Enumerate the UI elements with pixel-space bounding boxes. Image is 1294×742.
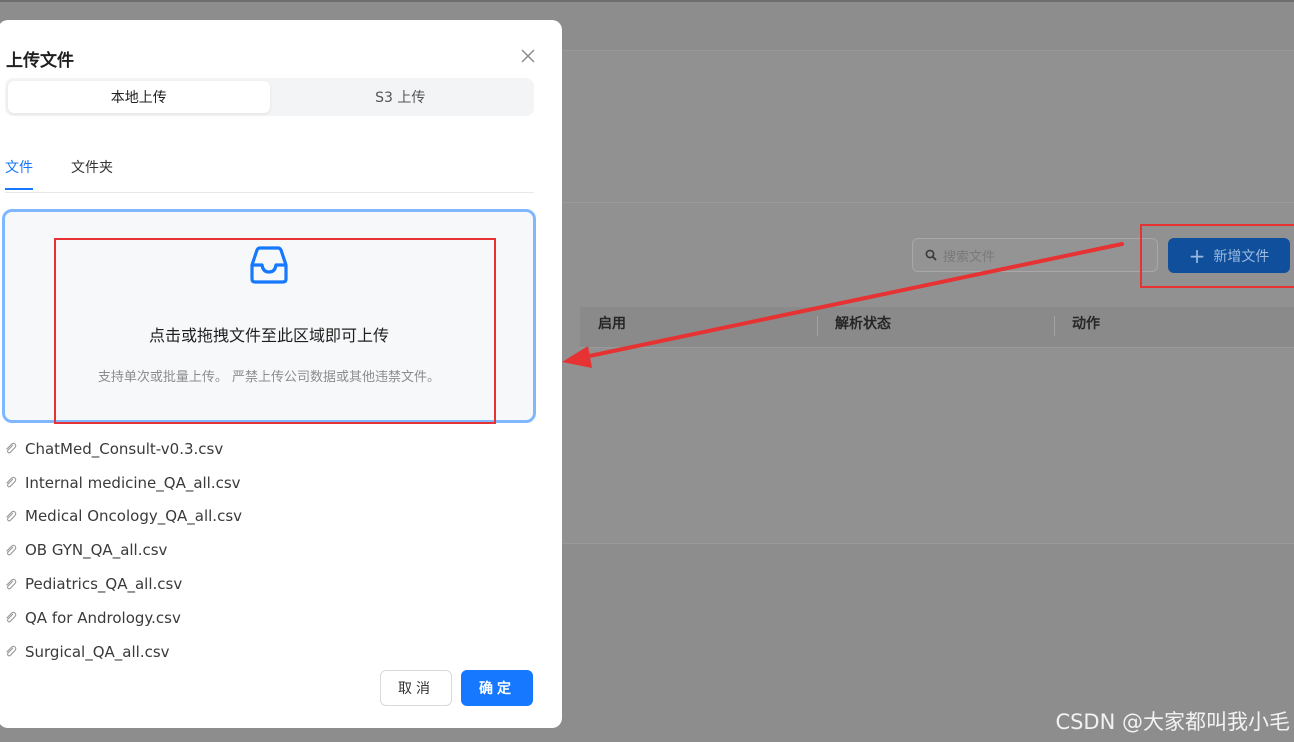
file-list-item[interactable]: Pediatrics_QA_all.csv (4, 567, 534, 601)
file-name: Internal medicine_QA_all.csv (25, 473, 241, 492)
file-name: Medical Oncology_QA_all.csv (25, 507, 243, 526)
file-name: Surgical_QA_all.csv (25, 642, 170, 661)
upload-mode-switch: 本地上传 S3 上传 (5, 78, 534, 116)
file-list-item[interactable]: OB GYN_QA_all.csv (4, 533, 534, 567)
file-list-item[interactable]: ChatMed_Consult-v0.3.csv (4, 432, 534, 466)
files-table-header: 启用 解析状态 动作 (580, 307, 1294, 348)
confirm-button[interactable]: 确定 (461, 670, 533, 706)
paperclip-icon (6, 612, 17, 623)
paperclip-icon (6, 510, 17, 522)
paperclip-icon (6, 578, 17, 589)
annotation-highlight-add-button (1140, 224, 1294, 288)
file-name: QA for Andrology.csv (25, 608, 181, 627)
search-placeholder: 搜索文件 (943, 249, 996, 265)
column-parse-status: 解析状态 (835, 316, 891, 332)
background-divider (560, 202, 1294, 203)
background-content-panel (560, 50, 1294, 544)
search-files-input[interactable]: 搜索文件 (912, 238, 1158, 272)
cancel-button[interactable]: 取消 (380, 670, 452, 706)
search-icon (925, 249, 937, 261)
file-list-item[interactable]: Medical Oncology_QA_all.csv (4, 500, 534, 534)
column-separator (1054, 316, 1055, 336)
file-list-item[interactable]: Surgical_QA_all.csv (4, 635, 534, 669)
tab-folder[interactable]: 文件夹 (71, 157, 113, 188)
annotation-highlight-dropzone (54, 238, 496, 424)
file-list-item[interactable]: Internal medicine_QA_all.csv (4, 466, 534, 500)
csdn-watermark: CSDN @大家都叫我小毛 (1055, 710, 1290, 734)
close-button[interactable] (514, 42, 542, 70)
column-actions: 动作 (1072, 316, 1100, 332)
paperclip-icon (6, 476, 17, 488)
column-separator (817, 316, 818, 336)
file-list-item[interactable]: QA for Andrology.csv (4, 601, 534, 635)
file-name: Pediatrics_QA_all.csv (25, 575, 183, 594)
upload-type-tabs: 文件 文件夹 (5, 150, 534, 193)
paperclip-icon (6, 443, 17, 454)
mode-local-upload[interactable]: 本地上传 (8, 81, 270, 113)
column-enabled: 启用 (598, 316, 626, 332)
paperclip-icon (6, 645, 17, 657)
paperclip-icon (6, 544, 17, 556)
close-icon (521, 49, 535, 63)
tab-file[interactable]: 文件 (5, 157, 33, 190)
file-name: OB GYN_QA_all.csv (25, 541, 168, 560)
background-top-bar (0, 0, 1294, 2)
dialog-title: 上传文件 (6, 51, 74, 71)
selected-files-list: ChatMed_Consult-v0.3.csv Internal medici… (4, 432, 534, 669)
file-name: ChatMed_Consult-v0.3.csv (25, 439, 224, 458)
mode-s3-upload[interactable]: S3 上传 (270, 81, 532, 113)
